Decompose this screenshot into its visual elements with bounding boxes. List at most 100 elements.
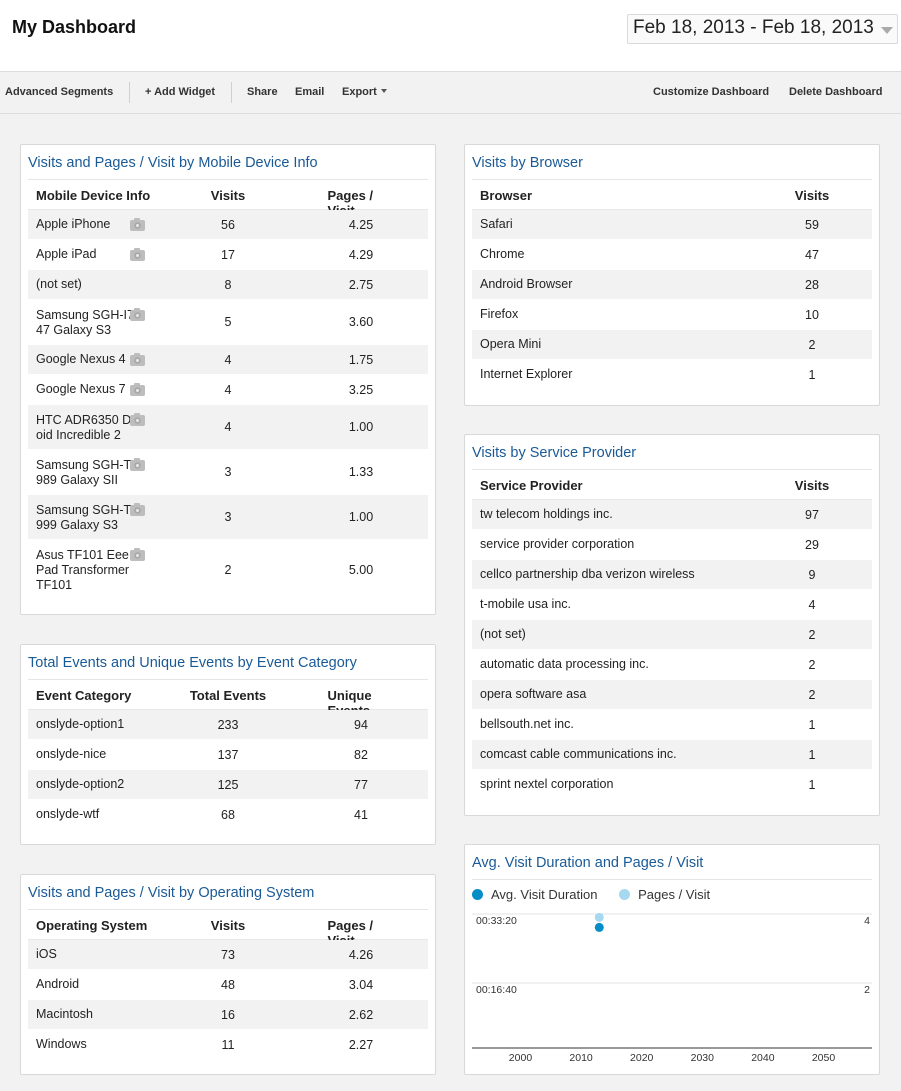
row-label-line: 999 Galaxy S3 — [36, 518, 118, 532]
row-label: HTC ADR6350 Dr oid Incredible 2 — [36, 413, 135, 443]
widget-title[interactable]: Visits by Browser — [472, 155, 583, 171]
widget-title[interactable]: Total Events and Unique Events by Event … — [28, 655, 357, 671]
column-header[interactable]: Visits — [211, 188, 245, 203]
row-label-line: onslyde-option1 — [36, 717, 125, 731]
column-header[interactable]: Total Events — [190, 688, 266, 703]
table-row[interactable]: Apple iPhone 56 4.25 — [28, 210, 428, 240]
row-label: Chrome — [480, 247, 524, 262]
row-label-line: Pad Transformer — [36, 563, 130, 577]
camera-icon[interactable] — [130, 548, 145, 561]
table-row[interactable]: Internet Explorer 1 — [472, 360, 872, 390]
dashboard-header: My Dashboard Feb 18, 2013 - Feb 18, 2013 — [0, 0, 901, 72]
table-row[interactable]: tw telecom holdings inc. 97 — [472, 500, 872, 530]
table-row[interactable]: Firefox 10 — [472, 300, 872, 330]
table-row[interactable]: Safari 59 — [472, 210, 872, 240]
table-row[interactable]: onslyde-option1 233 94 — [28, 710, 428, 740]
table-row[interactable]: automatic data processing inc. 2 — [472, 650, 872, 680]
date-range-picker[interactable]: Feb 18, 2013 - Feb 18, 2013 — [627, 14, 898, 44]
email-button[interactable]: Email — [295, 86, 324, 98]
row-label: Google Nexus 4 — [36, 352, 126, 367]
table-row[interactable]: onslyde-option2 125 77 — [28, 770, 428, 800]
table-row[interactable]: cellco partnership dba verizon wireless 9 — [472, 560, 872, 590]
cell-visits: 3 — [224, 510, 232, 524]
table-row[interactable]: Samsung SGH-T 989 Galaxy SII 3 1.33 — [28, 450, 428, 495]
column-header[interactable]: Mobile Device Info — [36, 188, 150, 203]
row-label: Android Browser — [480, 277, 572, 292]
column-header[interactable]: Visits — [795, 188, 829, 203]
cell-ppv: 2.75 — [348, 277, 374, 292]
camera-icon[interactable] — [130, 458, 145, 471]
table-row[interactable]: Android Browser 28 — [472, 270, 872, 300]
camera-icon[interactable] — [130, 248, 145, 261]
delete-dashboard-button[interactable]: Delete Dashboard — [789, 86, 883, 98]
table-body: Safari 59 Chrome 47 Android Browser 28 Firefox… — [472, 210, 872, 390]
table-row[interactable]: opera software asa 2 — [472, 680, 872, 710]
cell-visits: 97 — [805, 507, 819, 522]
table-row[interactable]: comcast cable communications inc. 1 — [472, 740, 872, 770]
row-label-line: Firefox — [480, 307, 519, 321]
camera-icon[interactable] — [130, 353, 145, 366]
data-point-pages-per-visit[interactable] — [594, 912, 604, 922]
data-point-avg-visit-duration[interactable] — [594, 922, 604, 932]
table-row[interactable]: Google Nexus 7 4 3.25 — [28, 375, 428, 405]
table-row[interactable]: (not set) 8 2.75 — [28, 270, 428, 300]
table-row[interactable]: onslyde-nice 137 82 — [28, 740, 428, 770]
cell-visits: 1 — [808, 367, 816, 382]
cell-ppv: 1.75 — [348, 352, 374, 367]
add-widget-button[interactable]: + Add Widget — [145, 86, 215, 98]
row-label: Asus TF101 Eee Pad Transformer TF101 — [36, 548, 129, 593]
cell-visits: 8 — [224, 277, 232, 292]
column-header[interactable]: Browser — [480, 188, 532, 203]
row-label-line: TF101 — [36, 578, 73, 592]
widget-title[interactable]: Visits by Service Provider — [472, 445, 636, 461]
table-row[interactable]: t-mobile usa inc. 4 — [472, 590, 872, 620]
row-label: bellsouth.net inc. — [480, 717, 574, 732]
widget-title[interactable]: Visits and Pages / Visit by Mobile Devic… — [28, 155, 318, 171]
table-row[interactable]: Android 48 3.04 — [28, 970, 428, 1000]
cell-ppv: 5.00 — [348, 562, 374, 577]
visit-duration-chart[interactable]: 00:33:20 00:16:40 4 2 2000 2010 2020 2030 2040 20… — [465, 845, 879, 1074]
table-row[interactable]: HTC ADR6350 Dr oid Incredible 2 4 1.00 — [28, 405, 428, 450]
cell-ppv: 3.60 — [348, 315, 374, 329]
column-header[interactable]: Service Provider — [480, 478, 583, 493]
share-button[interactable]: Share — [247, 86, 278, 98]
cell-visits: 29 — [805, 537, 819, 552]
advanced-segments-button[interactable]: Advanced Segments — [5, 86, 113, 98]
widget-title[interactable]: Visits and Pages / Visit by Operating Sy… — [28, 885, 314, 901]
widget-operating-system: Visits and Pages / Visit by Operating Sy… — [20, 874, 436, 1075]
table-row[interactable]: Macintosh 16 2.62 — [28, 1000, 428, 1030]
camera-icon[interactable] — [130, 413, 145, 426]
table-header: Mobile Device InfoVisitsPages / Visit — [28, 180, 428, 218]
table-row[interactable]: Windows 11 2.27 — [28, 1030, 428, 1060]
table-row[interactable]: onslyde-wtf 68 41 — [28, 800, 428, 830]
camera-icon[interactable] — [130, 308, 145, 321]
cell-visits: 4 — [224, 352, 232, 367]
table-row[interactable]: Chrome 47 — [472, 240, 872, 270]
column-header[interactable]: Event Category — [36, 688, 131, 703]
cell-unique: 77 — [354, 777, 368, 792]
table-row[interactable]: iOS 73 4.26 — [28, 940, 428, 970]
table-row[interactable]: (not set) 2 — [472, 620, 872, 650]
table-row[interactable]: service provider corporation 29 — [472, 530, 872, 560]
column-header[interactable]: Operating System — [36, 918, 147, 933]
dashboard-toolbar: Advanced Segments + Add Widget Share Ema… — [0, 72, 901, 114]
table-row[interactable]: Opera Mini 2 — [472, 330, 872, 360]
column-header[interactable]: Visits — [211, 918, 245, 933]
table-row[interactable]: Samsung SGH-T 999 Galaxy S3 3 1.00 — [28, 495, 428, 540]
column-header[interactable]: Visits — [795, 478, 829, 493]
export-button[interactable]: Export — [342, 86, 387, 98]
camera-icon[interactable] — [130, 383, 145, 396]
row-label-line: onslyde-nice — [36, 747, 107, 761]
table-row[interactable]: sprint nextel corporation 1 — [472, 770, 872, 800]
table-row[interactable]: Samsung SGH-I7 47 Galaxy S3 5 3.60 — [28, 300, 428, 345]
camera-icon[interactable] — [130, 218, 145, 231]
cell-visits: 17 — [221, 247, 235, 262]
page-title: My Dashboard — [12, 17, 137, 37]
table-row[interactable]: Google Nexus 4 4 1.75 — [28, 345, 428, 375]
table-row[interactable]: bellsouth.net inc. 1 — [472, 710, 872, 740]
table-row[interactable]: Apple iPad 17 4.29 — [28, 240, 428, 270]
table-row[interactable]: Asus TF101 Eee Pad Transformer TF101 2 5.00 — [28, 540, 428, 600]
row-label-line: Apple iPhone — [36, 217, 111, 231]
customize-dashboard-button[interactable]: Customize Dashboard — [653, 86, 769, 98]
camera-icon[interactable] — [130, 503, 145, 516]
